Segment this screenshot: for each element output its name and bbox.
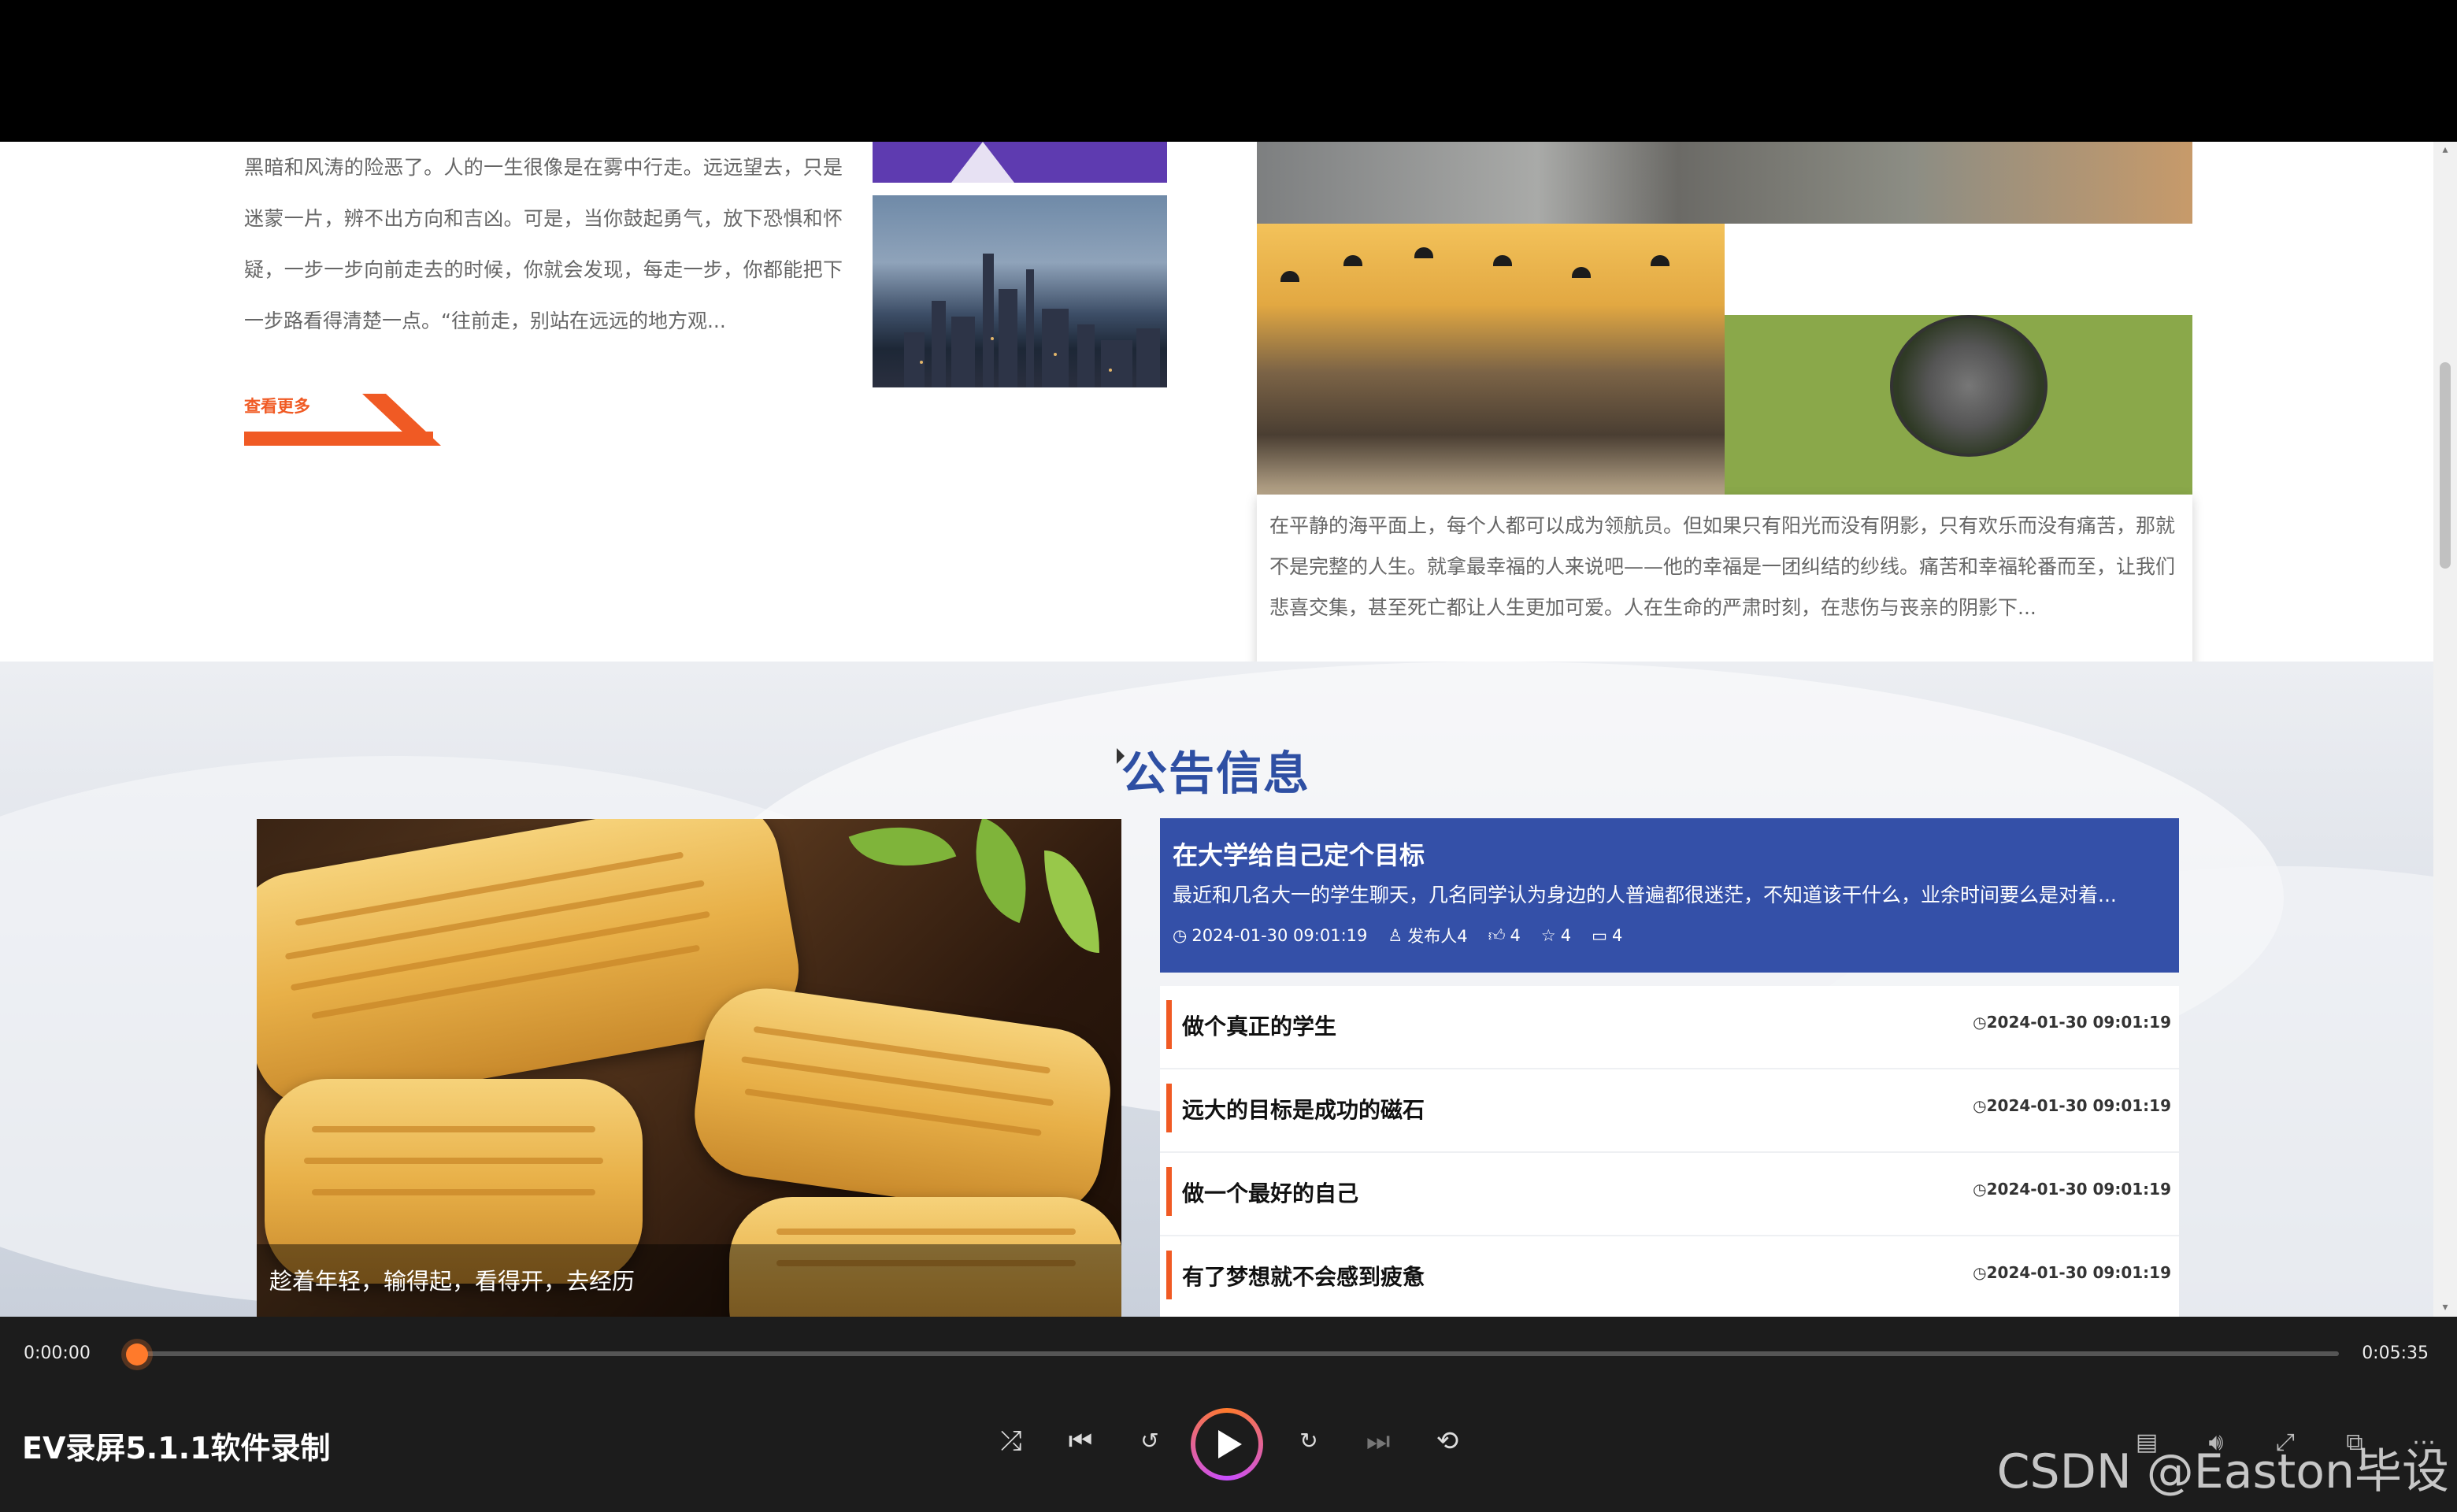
featured-likes: 4 bbox=[1510, 926, 1521, 945]
play-button[interactable] bbox=[1191, 1408, 1263, 1480]
featured-title: 在大学给自己定个目标 bbox=[1173, 840, 1425, 870]
progress-row: 0:00:00 0:05:35 bbox=[0, 1317, 2457, 1367]
cover-caption-text: 趁着年轻，输得起，看得开，去经历 bbox=[269, 1268, 636, 1295]
list-item-time: ◷2024-01-30 09:01:19 bbox=[1973, 1180, 2171, 1199]
thumbs-up-icon: 👍︎ bbox=[1488, 926, 1506, 945]
section-title: 公告信息 bbox=[1121, 747, 1311, 800]
notice-section: 公告信息 趁着年轻，输得起，看得开，去经历 在大学给自己定个目标 最近和几名大一… bbox=[0, 662, 2433, 1317]
list-item-time: ◷2024-01-30 09:01:19 bbox=[1973, 1096, 2171, 1115]
user-icon: ♙ bbox=[1388, 926, 1403, 945]
web-page: 黑暗和风涛的险恶了。人的一生很像是在雾中行走。远远望去，只是迷蒙一片，辨不出方向… bbox=[0, 142, 2433, 1317]
comment-icon: ▭ bbox=[1592, 926, 1607, 945]
list-item-time: ◷2024-01-30 09:01:19 bbox=[1973, 1013, 2171, 1032]
featured-meta: ◷ 2024-01-30 09:01:19 ♙ 发布人4 👍︎ 4 ☆ 4 ▭ 4 bbox=[1173, 924, 1622, 947]
cover-caption: 趁着年轻，输得起，看得开，去经历 bbox=[257, 1244, 1121, 1317]
list-item[interactable]: 做个真正的学生 ◷2024-01-30 09:01:19 bbox=[1160, 986, 2179, 1069]
notice-list: 做个真正的学生 ◷2024-01-30 09:01:19 远大的目标是成功的磁石… bbox=[1160, 986, 2179, 1317]
green-wall-image[interactable] bbox=[1725, 315, 2192, 495]
notice-cover-image[interactable]: 趁着年轻，输得起，看得开，去经历 bbox=[257, 819, 1121, 1317]
list-item-title: 远大的目标是成功的磁石 bbox=[1182, 1097, 1425, 1123]
scroll-down-arrow-icon[interactable]: ▾ bbox=[2440, 1302, 2451, 1313]
forward-30-icon[interactable]: ↻ bbox=[1292, 1424, 1326, 1458]
scroll-up-arrow-icon[interactable]: ▴ bbox=[2440, 144, 2451, 155]
view-more-label: 查看更多 bbox=[244, 397, 310, 416]
list-item[interactable]: 做一个最好的自己 ◷2024-01-30 09:01:19 bbox=[1160, 1153, 2179, 1236]
view-more-link[interactable]: 查看更多 bbox=[244, 394, 441, 465]
arrow-right-icon bbox=[362, 394, 441, 446]
list-item-title: 做个真正的学生 bbox=[1182, 1014, 1337, 1040]
article-card-text: 在平静的海平面上，每个人都可以成为领航员。但如果只有阳光而没有阴影，只有欢乐而没… bbox=[1269, 514, 2176, 619]
clock-icon: ◷ bbox=[1173, 926, 1188, 945]
city-skyline-image[interactable] bbox=[873, 195, 1167, 387]
play-icon bbox=[1218, 1430, 1242, 1458]
featured-comments: 4 bbox=[1611, 926, 1623, 945]
progress-track[interactable] bbox=[134, 1351, 2339, 1356]
article-excerpt: 黑暗和风涛的险恶了。人的一生很像是在雾中行走。远远望去，只是迷蒙一片，辨不出方向… bbox=[244, 156, 843, 332]
next-icon[interactable]: ⏭ bbox=[1361, 1424, 1395, 1458]
list-item[interactable]: 有了梦想就不会感到疲惫 ◷2024-01-30 09:01:19 bbox=[1160, 1236, 2179, 1317]
current-time: 0:00:00 bbox=[24, 1343, 91, 1363]
clock-icon: ◷ bbox=[1973, 1263, 1987, 1282]
article-thumbnail-purple[interactable] bbox=[873, 142, 1167, 183]
scroll-thumb[interactable] bbox=[2440, 362, 2451, 569]
featured-time: 2024-01-30 09:01:19 bbox=[1191, 926, 1368, 945]
rewind-10-icon[interactable]: ↺ bbox=[1132, 1424, 1167, 1458]
previous-icon[interactable]: ⏮ bbox=[1063, 1424, 1098, 1458]
star-icon: ☆ bbox=[1540, 926, 1556, 945]
list-item-time: ◷2024-01-30 09:01:19 bbox=[1973, 1263, 2171, 1282]
clock-icon: ◷ bbox=[1973, 1013, 1987, 1032]
featured-notice[interactable]: 在大学给自己定个目标 最近和几名大一的学生聊天，几名同学认为身边的人普遍都很迷茫… bbox=[1160, 818, 2179, 973]
video-player-bar: 0:00:00 0:05:35 EV录屏5.1.1软件录制 ⤮ ⏮ ↺ ↻ ⏭ … bbox=[0, 1317, 2457, 1512]
office-interior-image-top[interactable] bbox=[1257, 142, 2192, 224]
office-interior-image[interactable] bbox=[1257, 224, 1725, 495]
recording-title: EV录屏5.1.1软件录制 bbox=[22, 1431, 331, 1466]
list-item-title: 有了梦想就不会感到疲惫 bbox=[1182, 1264, 1425, 1290]
featured-favorites: 4 bbox=[1560, 926, 1572, 945]
clock-icon: ◷ bbox=[1973, 1180, 1987, 1199]
featured-summary: 最近和几名大一的学生聊天，几名同学认为身边的人普遍都很迷茫，不知道该干什么，业余… bbox=[1173, 884, 2117, 906]
page-scrollbar[interactable]: ▴ ▾ bbox=[2433, 142, 2457, 1317]
progress-knob[interactable] bbox=[126, 1343, 148, 1366]
total-time: 0:05:35 bbox=[2362, 1343, 2429, 1363]
repeat-off-icon[interactable]: ⟲ bbox=[1430, 1424, 1465, 1458]
shuffle-icon[interactable]: ⤮ bbox=[994, 1424, 1028, 1458]
mouse-cursor bbox=[1117, 748, 1125, 764]
clock-icon: ◷ bbox=[1973, 1096, 1987, 1115]
list-item[interactable]: 远大的目标是成功的磁石 ◷2024-01-30 09:01:19 bbox=[1160, 1069, 2179, 1153]
list-item-title: 做一个最好的自己 bbox=[1182, 1180, 1359, 1206]
watermark: CSDN @Easton毕设 bbox=[1996, 1444, 2449, 1499]
featured-publisher: 发布人4 bbox=[1407, 927, 1468, 946]
